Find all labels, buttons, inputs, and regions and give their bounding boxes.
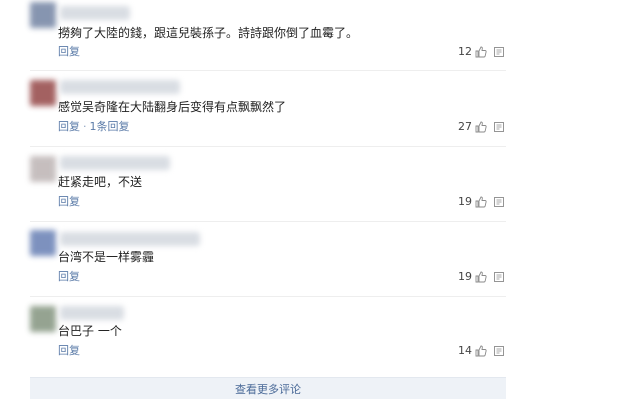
avatar[interactable]: [30, 80, 56, 106]
like-group: 19: [458, 195, 505, 209]
comment-item: 台巴子 一个 回复 14: [0, 300, 640, 370]
reply-button[interactable]: 回复: [58, 270, 80, 283]
username-blurred[interactable]: [60, 232, 200, 246]
thumbs-up-icon[interactable]: [475, 345, 487, 357]
separator: ·: [83, 120, 87, 133]
comment-text: 赶紧走吧，不送: [58, 175, 143, 189]
report-icon[interactable]: [493, 46, 505, 58]
like-count: 19: [458, 195, 472, 208]
avatar[interactable]: [30, 156, 56, 182]
divider: [30, 70, 506, 71]
like-group: 27: [458, 120, 505, 134]
reply-button[interactable]: 回复: [58, 45, 80, 58]
comment-actions: 回复: [58, 45, 80, 59]
report-icon[interactable]: [493, 271, 505, 283]
username-blurred[interactable]: [60, 156, 170, 170]
view-replies-button[interactable]: 1条回复: [90, 120, 130, 133]
thumbs-up-icon[interactable]: [475, 46, 487, 58]
divider: [30, 221, 506, 222]
like-count: 12: [458, 45, 472, 58]
comment-item: 感觉吴奇隆在大陆翻身后变得有点飘飘然了 回复 · 1条回复 27: [0, 74, 640, 144]
comment-item: 赶紧走吧，不送 回复 19: [0, 150, 640, 220]
comment-actions: 回复 · 1条回复: [58, 120, 130, 134]
report-icon[interactable]: [493, 121, 505, 133]
reply-button[interactable]: 回复: [58, 195, 80, 208]
comment-actions: 回复: [58, 270, 80, 284]
comment-item: 撈夠了大陸的錢，跟這兒裝孫子。詩詩跟你倒了血霉了。 回复 12: [0, 0, 640, 70]
comment-text: 台巴子 一个: [58, 324, 122, 338]
like-group: 19: [458, 270, 505, 284]
username-blurred[interactable]: [60, 6, 130, 20]
like-count: 14: [458, 344, 472, 357]
reply-button[interactable]: 回复: [58, 120, 80, 133]
reply-button[interactable]: 回复: [58, 344, 80, 357]
thumbs-up-icon[interactable]: [475, 196, 487, 208]
like-count: 27: [458, 120, 472, 133]
report-icon[interactable]: [493, 196, 505, 208]
load-more-label: 查看更多评论: [235, 382, 301, 396]
username-blurred[interactable]: [60, 80, 180, 94]
username-blurred[interactable]: [60, 306, 124, 320]
like-group: 14: [458, 344, 505, 358]
divider: [30, 146, 506, 147]
load-more-comments-button[interactable]: 查看更多评论: [30, 377, 506, 399]
thumbs-up-icon[interactable]: [475, 121, 487, 133]
report-icon[interactable]: [493, 345, 505, 357]
comment-text: 撈夠了大陸的錢，跟這兒裝孫子。詩詩跟你倒了血霉了。: [58, 26, 359, 40]
comment-item: 台湾不是一样雾霾 回复 19: [0, 226, 640, 296]
comment-actions: 回复: [58, 195, 80, 209]
avatar[interactable]: [30, 306, 56, 332]
comment-text: 感觉吴奇隆在大陆翻身后变得有点飘飘然了: [58, 100, 287, 114]
avatar[interactable]: [30, 2, 56, 28]
like-count: 19: [458, 270, 472, 283]
like-group: 12: [458, 45, 505, 59]
comment-actions: 回复: [58, 344, 80, 358]
divider: [30, 296, 506, 297]
avatar[interactable]: [30, 230, 56, 256]
comment-text: 台湾不是一样雾霾: [58, 250, 155, 264]
thumbs-up-icon[interactable]: [475, 271, 487, 283]
